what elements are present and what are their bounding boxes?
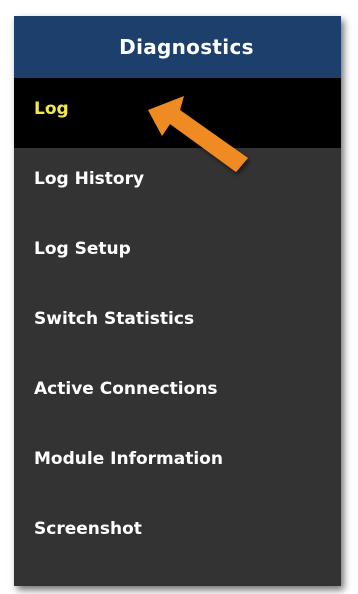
menu-item-label: Log History xyxy=(34,169,145,189)
diagnostics-menu: Log Log History Log Setup Switch Statist… xyxy=(14,78,341,568)
menu-item-label: Module Information xyxy=(34,449,223,469)
menu-item-switch-statistics[interactable]: Switch Statistics xyxy=(14,288,341,358)
diagnostics-panel: Diagnostics Log Log History Log Setup Sw… xyxy=(14,16,341,586)
menu-item-log[interactable]: Log xyxy=(14,78,341,148)
menu-item-log-setup[interactable]: Log Setup xyxy=(14,218,341,288)
panel-header: Diagnostics xyxy=(14,16,341,78)
menu-item-label: Log Setup xyxy=(34,239,131,259)
menu-item-label: Switch Statistics xyxy=(34,309,195,329)
menu-item-label: Active Connections xyxy=(34,379,218,399)
menu-item-log-history[interactable]: Log History xyxy=(14,148,341,218)
menu-item-module-information[interactable]: Module Information xyxy=(14,428,341,498)
panel-title: Diagnostics xyxy=(119,35,254,59)
menu-item-label: Screenshot xyxy=(34,519,142,539)
menu-item-active-connections[interactable]: Active Connections xyxy=(14,358,341,428)
menu-item-screenshot[interactable]: Screenshot xyxy=(14,498,341,568)
menu-item-label: Log xyxy=(34,99,69,119)
